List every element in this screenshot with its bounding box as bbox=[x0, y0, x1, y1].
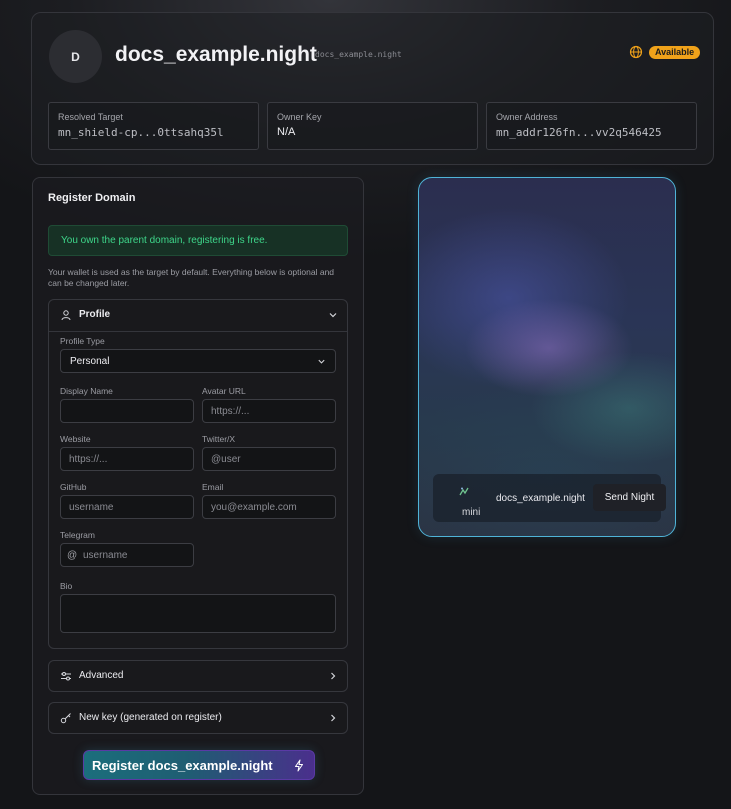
chevron-down-icon bbox=[318, 359, 325, 364]
resolved-target-label: Resolved Target bbox=[58, 112, 123, 122]
panel-title: Register Domain bbox=[48, 192, 136, 204]
bio-label: Bio bbox=[60, 581, 73, 591]
preview-domain: docs_example.night bbox=[496, 493, 585, 504]
register-button-label: Register docs_example.night bbox=[92, 757, 273, 773]
owner-key-value: N/A bbox=[277, 126, 296, 138]
advanced-section-label: Advanced bbox=[79, 670, 124, 681]
chevron-down-icon bbox=[329, 313, 337, 318]
avatar: D bbox=[49, 30, 102, 83]
owner-address-label: Owner Address bbox=[496, 112, 558, 122]
broken-image-icon bbox=[459, 487, 469, 496]
resolved-target-box: Resolved Target mn_shield-cp...0ttsahq35… bbox=[48, 102, 259, 150]
preview-footer-bar: mini docs_example.night Send Night bbox=[433, 474, 666, 522]
email-label: Email bbox=[202, 482, 224, 492]
bio-textarea[interactable] bbox=[60, 594, 336, 633]
user-icon bbox=[61, 310, 71, 321]
telegram-prefix: @ bbox=[67, 550, 78, 561]
owner-address-value: mn_addr126fn...vv2q546425 bbox=[496, 126, 662, 139]
chevron-right-icon bbox=[331, 672, 336, 680]
helper-text: Your wallet is used as the target by def… bbox=[48, 267, 335, 288]
sliders-icon bbox=[61, 672, 71, 681]
new-key-section-label: New key (generated on register) bbox=[79, 712, 222, 723]
mini-logo-text: mini bbox=[462, 507, 481, 518]
twitter-label: Twitter/X bbox=[202, 434, 236, 444]
success-alert: You own the parent domain, registering i… bbox=[48, 225, 348, 256]
display-name-label: Display Name bbox=[60, 386, 113, 396]
new-key-section-header[interactable]: New key (generated on register) bbox=[49, 703, 347, 734]
twitter-input[interactable] bbox=[202, 447, 336, 471]
advanced-section[interactable]: Advanced bbox=[48, 660, 348, 692]
register-domain-panel: Register Domain You own the parent domai… bbox=[32, 177, 364, 795]
resolved-target-value: mn_shield-cp...0ttsahq35l bbox=[58, 126, 224, 139]
avatar-initial: D bbox=[71, 49, 80, 64]
avatar-url-label: Avatar URL bbox=[202, 386, 246, 396]
website-input[interactable] bbox=[60, 447, 194, 471]
telegram-input[interactable] bbox=[81, 544, 191, 566]
status-badge: Available bbox=[649, 46, 701, 59]
website-label: Website bbox=[60, 434, 91, 444]
profile-section: Profile Profile Type Personal Display Na… bbox=[48, 299, 348, 649]
page-title: docs_example.night bbox=[115, 43, 317, 66]
bolt-icon bbox=[295, 759, 303, 772]
new-key-section[interactable]: New key (generated on register) bbox=[48, 702, 348, 734]
profile-section-header[interactable]: Profile bbox=[49, 300, 347, 331]
telegram-label: Telegram bbox=[60, 530, 95, 540]
profile-type-value: Personal bbox=[70, 356, 110, 367]
advanced-section-header[interactable]: Advanced bbox=[49, 661, 347, 692]
domain-subtitle: docs_example.night bbox=[315, 50, 402, 59]
chevron-right-icon bbox=[331, 714, 336, 722]
profile-type-label: Profile Type bbox=[60, 336, 105, 346]
mini-logo: mini bbox=[447, 486, 480, 518]
display-name-input[interactable] bbox=[60, 399, 194, 423]
github-label: GitHub bbox=[60, 482, 87, 492]
avatar-url-input[interactable] bbox=[202, 399, 336, 423]
profile-type-select[interactable]: Personal bbox=[60, 349, 336, 373]
send-night-button[interactable]: Send Night bbox=[593, 484, 666, 511]
profile-preview-card: mini docs_example.night Send Night bbox=[418, 177, 676, 537]
owner-key-label: Owner Key bbox=[277, 112, 322, 122]
register-button[interactable]: Register docs_example.night bbox=[83, 750, 315, 780]
globe-icon[interactable] bbox=[629, 45, 643, 59]
key-icon bbox=[60, 713, 71, 724]
telegram-field[interactable]: @ bbox=[60, 543, 194, 567]
email-input[interactable] bbox=[202, 495, 336, 519]
owner-key-box: Owner Key N/A bbox=[267, 102, 478, 150]
owner-address-box: Owner Address mn_addr126fn...vv2q546425 bbox=[486, 102, 697, 150]
domain-header-card: D docs_example.night docs_example.night … bbox=[31, 12, 714, 165]
divider bbox=[49, 331, 347, 332]
github-input[interactable] bbox=[60, 495, 194, 519]
profile-section-label: Profile bbox=[79, 309, 111, 320]
